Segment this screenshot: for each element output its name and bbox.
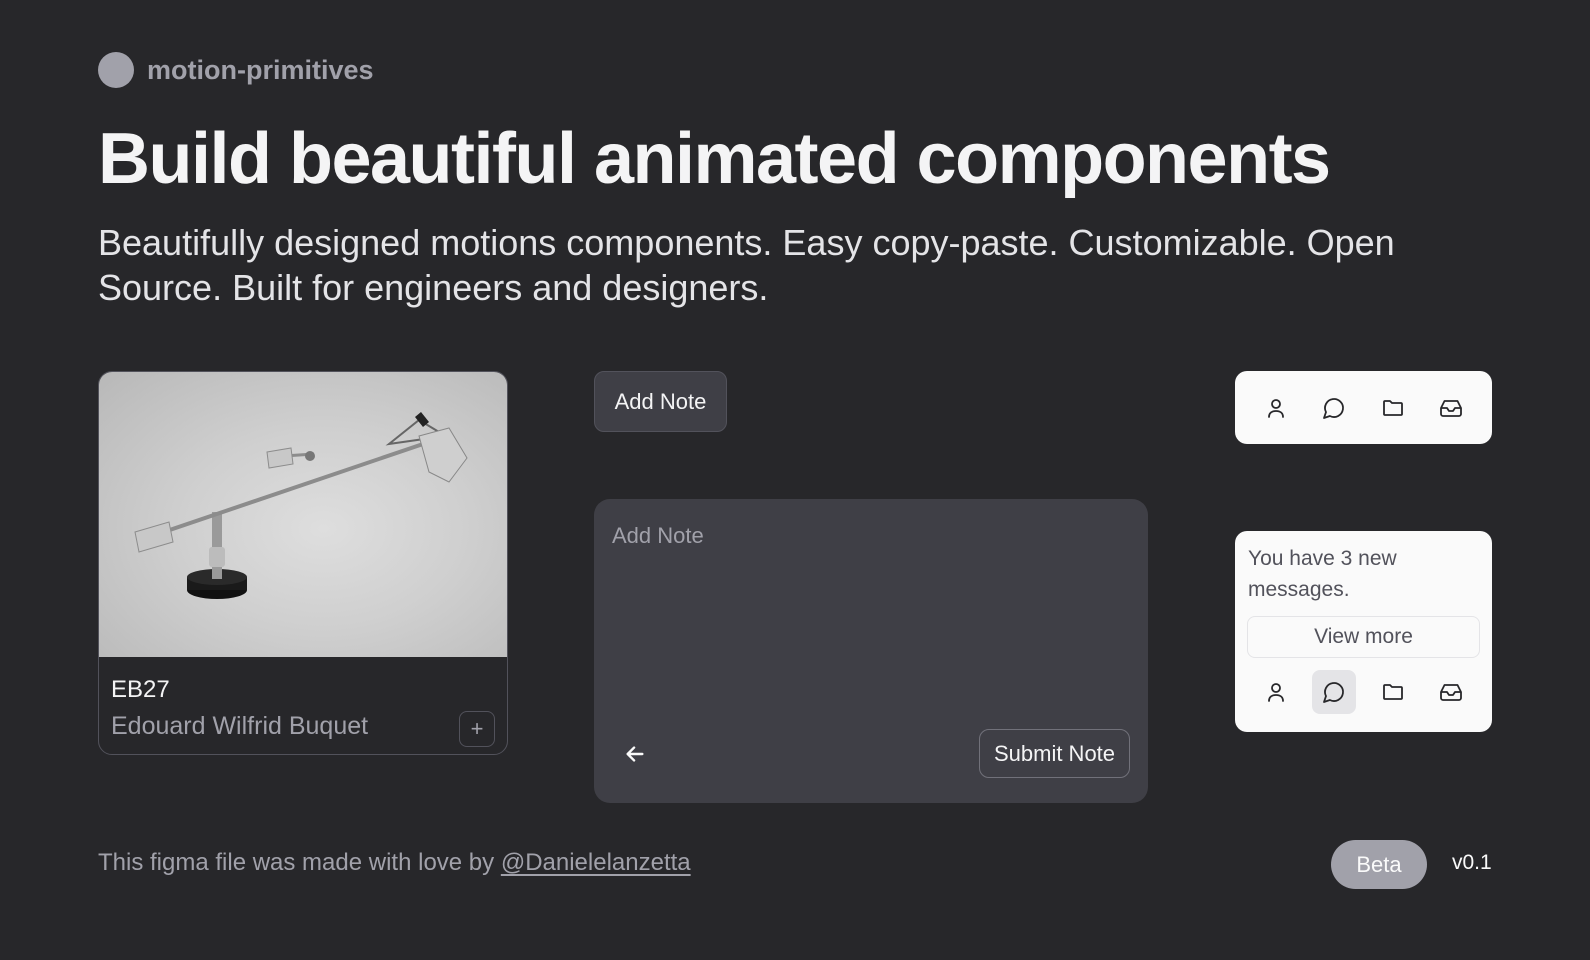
- product-info: EB27 Edouard Wilfrid Buquet +: [99, 657, 507, 747]
- brand[interactable]: motion-primitives: [98, 52, 374, 88]
- note-panel: Submit Note: [594, 499, 1148, 803]
- toolbar-user-button[interactable]: [1254, 386, 1298, 430]
- page: motion-primitives Build beautiful animat…: [0, 0, 1590, 960]
- note-textarea[interactable]: [612, 523, 1132, 703]
- brand-logo: [98, 52, 134, 88]
- footer-prefix: This figma file was made with love by: [98, 849, 501, 876]
- inbox-icon: [1439, 399, 1462, 417]
- lamp-illustration: [134, 412, 468, 599]
- page-subtitle: Beautifully designed motions components.…: [98, 222, 1395, 308]
- user-icon: [1268, 683, 1285, 702]
- folder-icon: [1382, 684, 1403, 700]
- toolbar-inbox-button[interactable]: [1429, 670, 1473, 714]
- page-title: Build beautiful animated components: [98, 119, 1331, 199]
- product-image: [99, 372, 507, 657]
- version-label: v0.1: [1452, 851, 1492, 874]
- toolbar: [1235, 371, 1492, 444]
- toolbar-folder-button[interactable]: [1371, 386, 1415, 430]
- folder-icon: [1382, 399, 1403, 416]
- product-maker: Edouard Wilfrid Buquet: [111, 712, 369, 740]
- footer-credit: This figma file was made with love by @D…: [98, 849, 691, 877]
- toolbar-user-button[interactable]: [1254, 670, 1298, 714]
- user-icon: [1268, 398, 1285, 418]
- beta-badge: Beta: [1331, 840, 1427, 889]
- brand-name: motion-primitives: [147, 54, 374, 85]
- inbox-icon: [1439, 684, 1462, 701]
- toolbar-icons-row: [1247, 670, 1480, 714]
- add-note-button[interactable]: Add Note: [594, 371, 727, 432]
- submit-note-button[interactable]: Submit Note: [979, 729, 1130, 778]
- toolbar-inbox-button[interactable]: [1429, 386, 1473, 430]
- add-button[interactable]: +: [459, 711, 495, 747]
- toolbar-expanded: You have 3 new messages. View more: [1235, 531, 1492, 732]
- product-code: EB27: [111, 676, 170, 703]
- message-circle-icon: [1323, 682, 1345, 703]
- toolbar-folder-button[interactable]: [1371, 670, 1415, 714]
- product-card[interactable]: EB27 Edouard Wilfrid Buquet +: [98, 371, 508, 755]
- view-more-button[interactable]: View more: [1247, 616, 1480, 658]
- toolbar-messages-button-active[interactable]: [1312, 670, 1357, 714]
- message-circle-icon: [1323, 397, 1345, 419]
- author-link[interactable]: @Danielelanzetta: [501, 849, 691, 876]
- notification-message: You have 3 new messages.: [1248, 547, 1397, 601]
- arrow-left-icon: [626, 746, 644, 762]
- toolbar-messages-button[interactable]: [1312, 386, 1356, 430]
- back-button[interactable]: [620, 739, 650, 769]
